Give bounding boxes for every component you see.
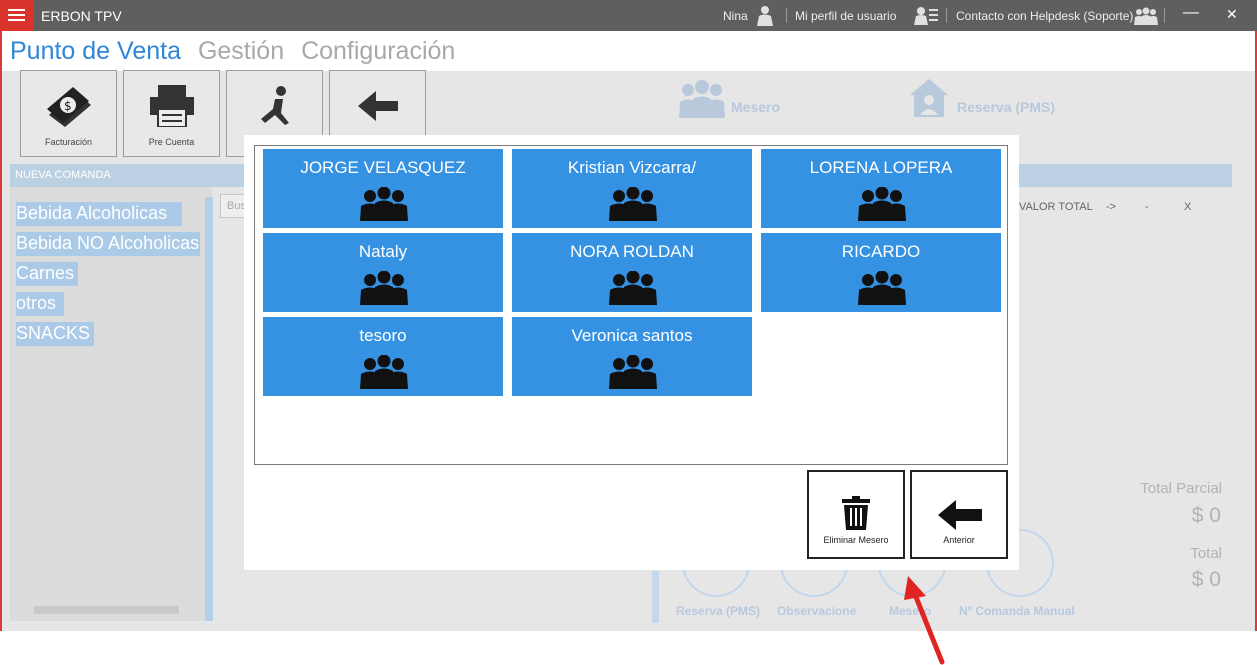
delete-waiter-button[interactable]: Eliminar Mesero: [807, 470, 905, 559]
reserva-bg-label: Reserva (PMS): [957, 99, 1056, 115]
waiter-name: RICARDO: [841, 242, 921, 261]
waiter-name: Kristian Vizcarra/: [567, 158, 697, 177]
people-group-icon: [858, 271, 906, 305]
title-bar: ERBON TPV Nina Mi perfil de usuario Cont…: [0, 0, 1257, 31]
trash-icon: [842, 496, 870, 530]
people-group-icon: [858, 187, 906, 221]
waiter-name: Nataly: [358, 242, 408, 261]
horizontal-scrollbar[interactable]: [26, 604, 200, 616]
pre-bill-label: Pre Cuenta: [148, 137, 195, 147]
waiter-name: LORENA LOPERA: [809, 158, 953, 177]
profile-link[interactable]: Mi perfil de usuario: [795, 9, 896, 23]
profile-icon: [914, 7, 938, 25]
billing-button[interactable]: $ Facturación: [20, 70, 117, 157]
total-parcial-label: Total Parcial: [1140, 480, 1222, 497]
waiter-name: NORA ROLDAN: [570, 242, 694, 261]
people-group-icon: [360, 271, 408, 305]
user-icon: [757, 6, 773, 26]
tab-punto-de-venta[interactable]: Punto de Venta: [10, 37, 181, 65]
category-item[interactable]: otros: [16, 292, 64, 316]
waiter-tile[interactable]: LORENA LOPERA: [761, 149, 1001, 228]
mesero-bg-label: Mesero: [731, 99, 781, 115]
column-minus: -: [1145, 201, 1149, 213]
waiter-tile[interactable]: JORGE VELASQUEZ: [263, 149, 503, 228]
waiter-tile[interactable]: NORA ROLDAN: [512, 233, 752, 312]
delete-waiter-label: Eliminar Mesero: [823, 535, 889, 545]
waiter-name: tesoro: [359, 326, 407, 345]
divider: [786, 8, 787, 23]
category-item[interactable]: SNACKS: [16, 322, 94, 346]
waiter-name: Veronica santos: [571, 326, 693, 345]
waiter-name: JORGE VELASQUEZ: [300, 158, 466, 177]
svg-text:$: $: [64, 99, 72, 113]
arrow-left-icon: [938, 500, 982, 530]
reserva-bottom-label: Reserva (PMS): [676, 604, 761, 618]
arrow-left-icon: [358, 91, 398, 121]
back-button[interactable]: Anterior: [910, 470, 1008, 559]
billing-label: Facturación: [44, 137, 93, 147]
waiter-tile[interactable]: Veronica santos: [512, 317, 752, 396]
money-icon: $: [47, 87, 91, 127]
waiter-tile[interactable]: Kristian Vizcarra/: [512, 149, 752, 228]
total-parcial-value: $ 0: [1191, 504, 1221, 527]
waiter-group-icon: [679, 80, 725, 118]
divider: [1164, 8, 1165, 23]
support-group-icon: [1134, 7, 1158, 25]
column-move: ->: [1106, 201, 1117, 213]
column-remove: X: [1184, 201, 1192, 213]
helpdesk-link[interactable]: Contacto con Helpdesk (Soporte): [956, 9, 1133, 23]
people-group-icon: [609, 187, 657, 221]
annotation-arrow-icon: [904, 576, 945, 665]
observaciones-bottom-label: Observaciones: [777, 604, 857, 618]
pre-bill-button[interactable]: Pre Cuenta: [123, 70, 220, 157]
waiter-tile[interactable]: RICARDO: [761, 233, 1001, 312]
minimize-button[interactable]: —: [1183, 4, 1199, 22]
app-title: ERBON TPV: [41, 8, 122, 24]
tab-configuracion[interactable]: Configuración: [301, 37, 455, 65]
waiter-select-dialog: JORGE VELASQUEZ Kristian Vizcarra/ LOREN…: [244, 135, 1019, 570]
current-user[interactable]: Nina: [723, 9, 748, 23]
comanda-manual-bottom-label: Nº Comanda Manual: [959, 604, 1075, 618]
total-value: $ 0: [1191, 568, 1221, 591]
main-nav: Punto de Venta Gestión Configuración: [10, 37, 465, 66]
hamburger-menu-icon[interactable]: [0, 0, 33, 31]
person-walking-icon: [261, 86, 289, 125]
category-scrollbar[interactable]: [205, 197, 213, 621]
category-item[interactable]: Bebida Alcoholicas: [16, 202, 182, 226]
panel-divider: [652, 571, 659, 623]
waiter-tile[interactable]: Nataly: [263, 233, 503, 312]
people-group-icon: [609, 271, 657, 305]
back-label: Anterior: [943, 535, 975, 545]
close-button[interactable]: ✕: [1226, 6, 1238, 23]
people-group-icon: [609, 355, 657, 389]
category-item[interactable]: Bebida NO Alcoholicas: [16, 232, 200, 256]
total-label: Total: [1190, 545, 1222, 562]
column-valor-total: VALOR TOTAL: [1019, 201, 1093, 213]
scrollbar-thumb[interactable]: [34, 606, 179, 614]
people-group-icon: [360, 355, 408, 389]
people-group-icon: [360, 187, 408, 221]
nueva-comanda-title: NUEVA COMANDA: [15, 169, 111, 181]
tab-gestion[interactable]: Gestión: [198, 37, 284, 65]
category-item[interactable]: Carnes: [16, 262, 78, 286]
waiter-tile[interactable]: tesoro: [263, 317, 503, 396]
house-icon: [910, 79, 948, 117]
printer-icon: [150, 85, 194, 127]
divider: [946, 8, 947, 23]
